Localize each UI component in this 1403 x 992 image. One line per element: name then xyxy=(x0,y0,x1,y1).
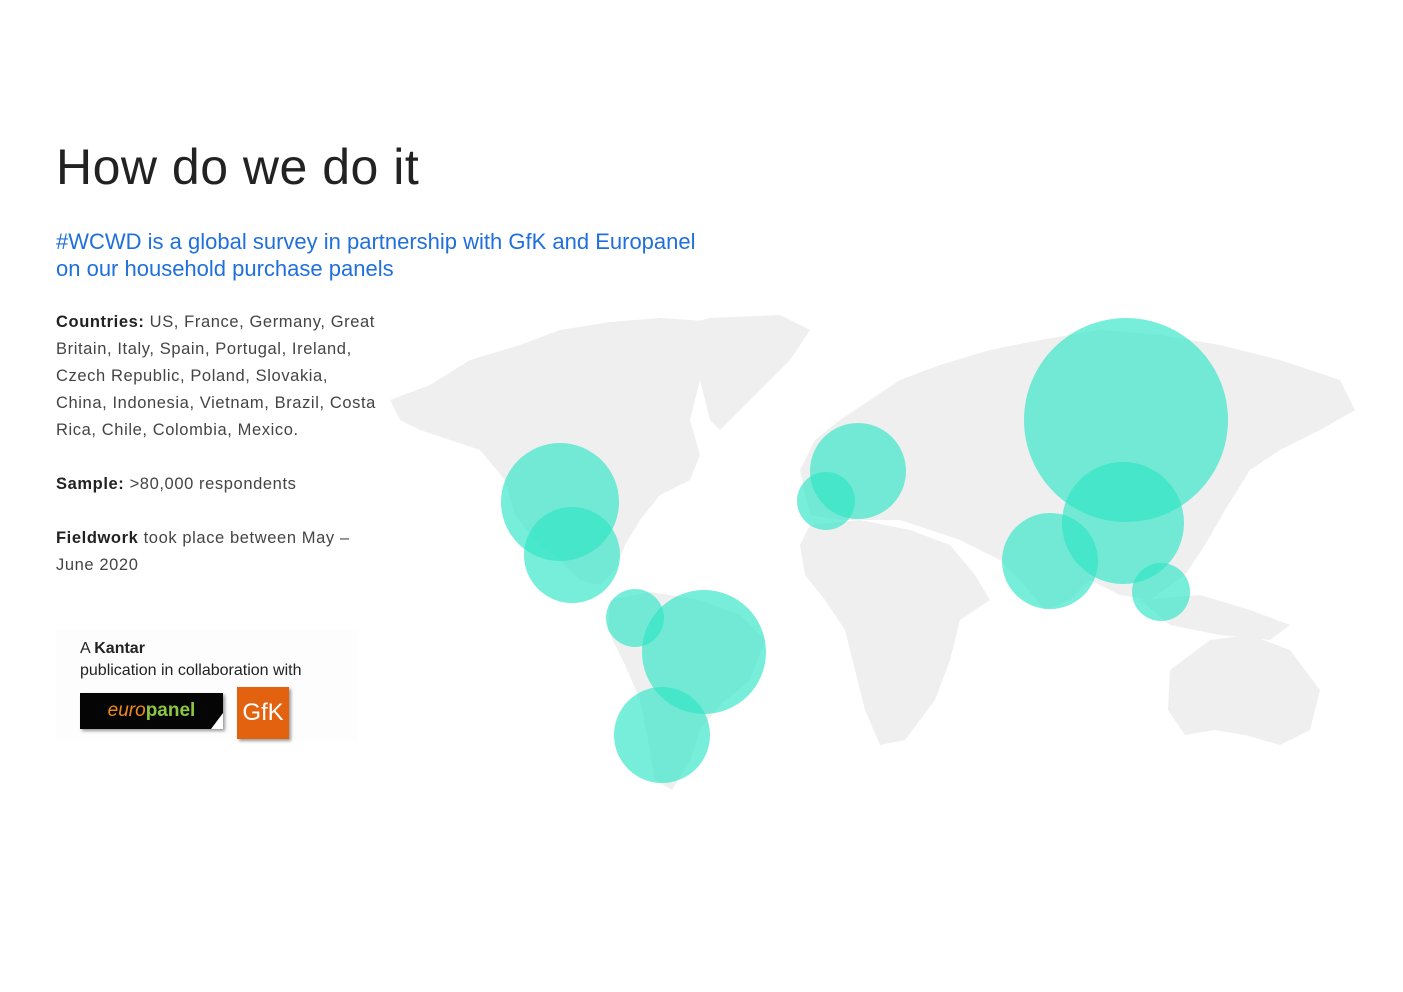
bubble-indonesia xyxy=(1132,563,1190,621)
australia xyxy=(1168,635,1320,745)
bubble-mexico xyxy=(524,507,620,603)
bubble-chile xyxy=(614,687,710,783)
africa xyxy=(800,520,990,745)
world-map xyxy=(390,315,1355,790)
bubble-south-asia xyxy=(1002,513,1098,609)
bubble-iberia xyxy=(797,472,855,530)
